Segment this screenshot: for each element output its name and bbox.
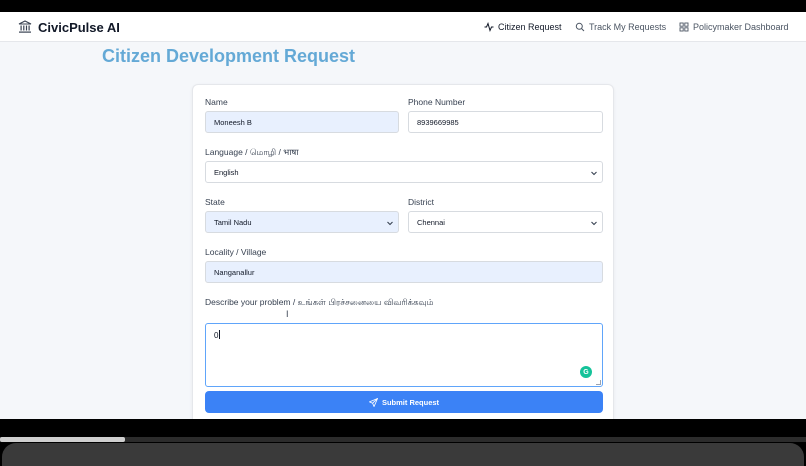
text-cursor xyxy=(219,330,221,339)
locality-label: Locality / Village xyxy=(205,247,267,257)
chevron-down-icon xyxy=(591,171,597,176)
brand[interactable]: CivicPulse AI xyxy=(18,18,120,36)
video-progress-fill[interactable] xyxy=(0,437,125,442)
grammarly-icon[interactable]: G xyxy=(580,366,592,378)
problem-textarea[interactable]: 0 G xyxy=(205,323,603,387)
brand-name: CivicPulse AI xyxy=(38,19,120,35)
nav-citizen-request[interactable]: Citizen Request xyxy=(484,20,562,34)
page-title: Citizen Development Request xyxy=(102,46,356,66)
activity-icon xyxy=(484,22,494,32)
language-select-value: English xyxy=(214,167,239,177)
submit-request-button[interactable]: Submit Request xyxy=(205,391,603,413)
language-select[interactable]: English xyxy=(205,161,603,183)
nav-track-requests-label: Track My Requests xyxy=(589,22,667,32)
mouse-cursor-icon: I xyxy=(286,309,289,319)
top-navbar: CivicPulse AI Citizen Request Track My R… xyxy=(0,12,806,42)
app-viewport: CivicPulse AI Citizen Request Track My R… xyxy=(0,12,806,419)
district-select-value: Chennai xyxy=(417,217,445,227)
submit-request-label: Submit Request xyxy=(381,397,440,407)
phone-input[interactable]: 8939669985 xyxy=(408,111,603,133)
search-icon xyxy=(575,22,585,32)
problem-label: Describe your problem / உங்கள் பிரச்சனைய… xyxy=(205,297,434,307)
district-select[interactable]: Chennai xyxy=(408,211,603,233)
state-select[interactable]: Tamil Nadu xyxy=(205,211,399,233)
send-icon xyxy=(368,397,378,407)
name-input[interactable]: Moneesh B xyxy=(205,111,399,133)
state-label: State xyxy=(205,197,225,207)
district-label: District xyxy=(408,197,434,207)
locality-input[interactable]: Nanganallur xyxy=(205,261,603,283)
nav-policymaker-dashboard-label: Policymaker Dashboard xyxy=(693,22,789,32)
problem-textarea-value: 0 xyxy=(214,331,219,340)
chevron-down-icon xyxy=(591,221,597,226)
name-label: Name xyxy=(205,97,228,107)
bottom-overlay-bar xyxy=(2,443,804,466)
bank-icon xyxy=(18,20,32,33)
resize-handle[interactable] xyxy=(596,380,601,385)
nav-citizen-request-label: Citizen Request xyxy=(498,22,562,32)
language-label: Language / மொழி / भाषा xyxy=(205,147,299,157)
chevron-down-icon xyxy=(387,221,393,226)
phone-label: Phone Number xyxy=(408,97,466,107)
nav-track-requests[interactable]: Track My Requests xyxy=(575,20,666,34)
state-select-value: Tamil Nadu xyxy=(214,217,252,227)
request-form-card: Name Moneesh B Phone Number 8939669985 L… xyxy=(192,84,614,419)
nav-policymaker-dashboard[interactable]: Policymaker Dashboard xyxy=(679,20,789,34)
video-progress-track[interactable] xyxy=(0,437,806,442)
grid-icon xyxy=(679,22,689,32)
